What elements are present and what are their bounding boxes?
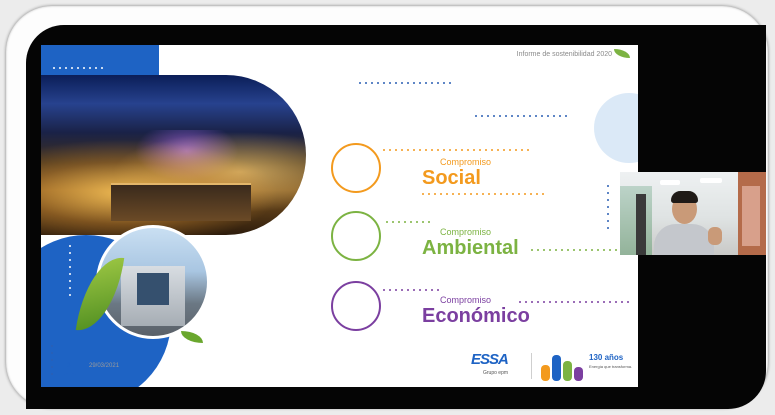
blue-dot-row xyxy=(475,115,567,117)
small-leaf-icon xyxy=(181,331,203,343)
bar-blue xyxy=(552,355,561,381)
video-call-screen: Informe de sostenibilidad 2020 Compromis… xyxy=(26,25,766,409)
essa-logo-subtext: Grupo epm xyxy=(483,370,509,376)
presenter-hair xyxy=(671,191,698,203)
social-ring-icon xyxy=(331,143,381,193)
blue-corner-block xyxy=(41,45,159,75)
pillar-small-label: Compromiso xyxy=(440,157,492,167)
bar-orange xyxy=(541,365,550,381)
pillar-big-label: Ambiental xyxy=(422,237,519,259)
anniversary-logo: 130 años Energía que transforma. xyxy=(541,351,633,381)
building-glass xyxy=(137,273,169,305)
anniversary-tagline: Energía que transforma. xyxy=(589,364,633,369)
bar-purple xyxy=(574,367,583,381)
white-dot-row xyxy=(53,67,103,69)
office-pillar xyxy=(636,194,646,255)
anniversary-title: 130 años xyxy=(589,353,624,362)
anniversary-bars-icon xyxy=(541,351,585,381)
essa-logo-text: ESSA xyxy=(471,351,509,368)
orange-dot-row xyxy=(383,149,529,151)
pillar-big-label: Social xyxy=(422,167,481,189)
ceiling-light xyxy=(700,178,722,183)
presenter-video[interactable] xyxy=(620,172,766,255)
pillar-small-label: Compromiso xyxy=(440,295,492,305)
pillar-economico: Compromiso Económico xyxy=(422,295,530,328)
ambiental-ring-icon xyxy=(331,211,381,261)
blue-dot-row xyxy=(359,82,451,84)
blue-dot-column xyxy=(51,345,53,375)
green-dot-row xyxy=(386,221,430,223)
office-panel xyxy=(742,186,760,246)
slide-date: 29/03/2021 xyxy=(89,363,120,369)
purple-dot-row xyxy=(519,301,629,303)
pillar-small-label: Compromiso xyxy=(440,227,492,237)
presenter-body xyxy=(654,224,714,255)
economico-ring-icon xyxy=(331,281,381,331)
purple-dot-row xyxy=(383,289,439,291)
tablet-frame: Informe de sostenibilidad 2020 Compromis… xyxy=(6,6,768,409)
pillar-big-label: Económico xyxy=(422,305,530,327)
blue-dot-column xyxy=(607,185,609,229)
pillar-ambiental: Compromiso Ambiental xyxy=(422,227,519,260)
leaf-icon xyxy=(614,49,630,58)
bar-green xyxy=(563,361,572,381)
slide-header-title: Informe de sostenibilidad 2020 xyxy=(516,51,612,58)
green-dot-row xyxy=(531,249,629,251)
light-blue-circle xyxy=(594,93,638,163)
orange-dot-row xyxy=(422,193,544,195)
stadium-roof xyxy=(111,183,251,221)
presenter-hand xyxy=(708,227,722,245)
city-night-photo xyxy=(41,75,306,235)
pillar-social: Compromiso Social xyxy=(422,157,491,190)
shared-slide: Informe de sostenibilidad 2020 Compromis… xyxy=(41,45,638,387)
logo-divider xyxy=(531,353,532,379)
ceiling-light xyxy=(660,180,680,185)
page-number: 3 xyxy=(67,363,71,369)
white-dot-column xyxy=(69,245,71,296)
essa-logo: ESSA Grupo epm xyxy=(471,351,521,385)
